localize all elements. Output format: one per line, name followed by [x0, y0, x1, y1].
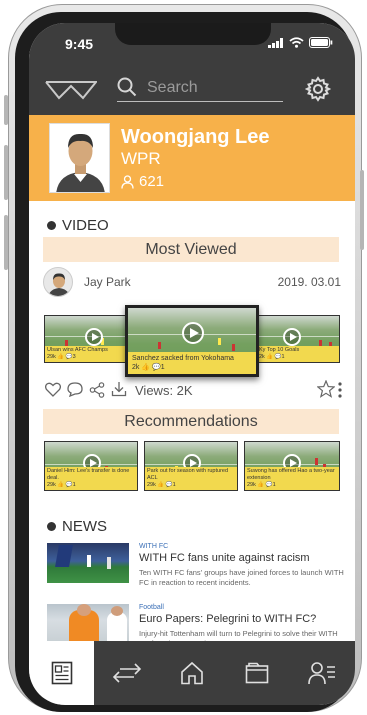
nav-home[interactable]	[159, 641, 224, 705]
nav-news[interactable]	[29, 641, 94, 705]
bottom-navigation	[29, 641, 355, 705]
wifi-icon	[289, 37, 304, 48]
search-icon[interactable]	[117, 77, 137, 102]
play-icon[interactable]	[283, 328, 301, 346]
video-thumbnail-right[interactable]: Ky Top 10 Goals 2k 👍 💬1	[256, 315, 340, 363]
volume-down-button	[4, 215, 8, 270]
profile-banner: Woongjang Lee WPR 621	[29, 115, 355, 201]
video-date: 2019. 03.01	[277, 275, 341, 289]
app-header: 9:45 Search	[29, 23, 355, 115]
comment-icon[interactable]	[67, 382, 83, 397]
status-icons	[268, 37, 333, 48]
folder-icon	[245, 662, 268, 684]
news-image	[47, 604, 129, 644]
power-button	[360, 170, 364, 250]
video-actions: Views: 2K	[43, 379, 343, 403]
person-avatar-icon	[48, 273, 70, 296]
download-icon[interactable]	[111, 381, 127, 397]
swap-arrows-icon	[112, 663, 141, 683]
video-section-title: VIDEO	[47, 217, 109, 234]
volume-up-button	[4, 145, 8, 200]
followers-count[interactable]: 621	[121, 173, 164, 190]
news-item[interactable]: WITH FC WITH FC fans unite against racis…	[47, 543, 344, 599]
video-author-row: Jay Park 2019. 03.01	[43, 267, 341, 299]
video-thumbnail-left[interactable]: Ulsan wins AFC Champs 29k 👍 💬3	[44, 315, 128, 363]
bullet-icon	[47, 221, 56, 230]
author-name[interactable]: Jay Park	[84, 275, 131, 289]
settings-gear-icon[interactable]	[305, 76, 331, 102]
video-caption: Daniel Him: Lee's transfer is done deal.…	[45, 467, 137, 490]
more-vertical-icon[interactable]	[337, 381, 343, 399]
recommendations-band: Recommendations	[43, 409, 339, 434]
news-category[interactable]: WITH FC	[139, 543, 168, 550]
news-category[interactable]: Football	[139, 604, 164, 611]
nav-folder[interactable]	[224, 641, 289, 705]
play-icon[interactable]	[182, 322, 204, 344]
video-caption: Ky Top 10 Goals 2k 👍 💬1	[257, 346, 339, 362]
news-section-label: NEWS	[62, 518, 107, 535]
user-list-icon	[307, 662, 335, 685]
nav-transfer[interactable]	[94, 641, 159, 705]
video-section-label: VIDEO	[62, 217, 109, 234]
video-caption: Sanchez sacked from Yokohama 2k 👍 💬1	[128, 352, 256, 374]
video-caption: Suwong has offered Hao a two-year extens…	[245, 467, 339, 490]
news-title[interactable]: Euro Papers: Pelegrini to WITH FC?	[139, 613, 316, 625]
home-icon	[180, 661, 203, 685]
notch	[115, 23, 271, 45]
followers-value: 621	[139, 173, 165, 190]
recommendation-thumbnail[interactable]: Suwong has offered Hao a two-year extens…	[244, 441, 340, 491]
news-summary: Ten WITH FC fans' groups have joined for…	[139, 568, 344, 587]
status-time: 9:45	[65, 36, 94, 52]
heart-icon[interactable]	[45, 382, 61, 397]
battery-icon	[309, 37, 333, 48]
news-title[interactable]: WITH FC fans unite against racism	[139, 552, 310, 564]
signal-icon	[268, 37, 283, 48]
news-section-title: NEWS	[47, 518, 107, 535]
brand-logo-icon[interactable]	[45, 79, 97, 101]
app-screen: 9:45 Search Woongjang Lee WPR 621 VIDEO …	[29, 23, 355, 705]
video-caption: Ulsan wins AFC Champs 29k 👍 💬3	[45, 346, 127, 362]
side-button	[4, 95, 8, 125]
video-caption: Park out for season with ruptured ACL 29k…	[145, 467, 237, 490]
most-viewed-band: Most Viewed	[43, 237, 339, 262]
author-avatar[interactable]	[43, 267, 73, 297]
follower-person-icon	[121, 174, 134, 189]
video-thumbnail-featured[interactable]: Sanchez sacked from Yokohama 2k 👍 💬1	[125, 305, 259, 377]
nav-profile[interactable]	[289, 641, 354, 705]
search-input[interactable]: Search	[147, 79, 198, 97]
profile-avatar[interactable]	[49, 123, 110, 193]
bullet-icon	[47, 522, 56, 531]
search-underline	[117, 101, 283, 102]
person-avatar-icon	[50, 124, 109, 192]
star-icon[interactable]	[317, 380, 335, 398]
recommendation-thumbnail[interactable]: Park out for season with ruptured ACL 29k…	[144, 441, 238, 491]
newspaper-icon	[51, 661, 72, 685]
news-image	[47, 543, 129, 583]
profile-subtitle: WPR	[121, 149, 161, 168]
recommendation-thumbnail[interactable]: Daniel Him: Lee's transfer is done deal.…	[44, 441, 138, 491]
play-icon[interactable]	[85, 328, 103, 346]
share-icon[interactable]	[89, 382, 105, 398]
profile-name: Woongjang Lee	[121, 126, 270, 148]
header-row: Search	[29, 71, 355, 111]
view-count: Views: 2K	[135, 383, 193, 398]
